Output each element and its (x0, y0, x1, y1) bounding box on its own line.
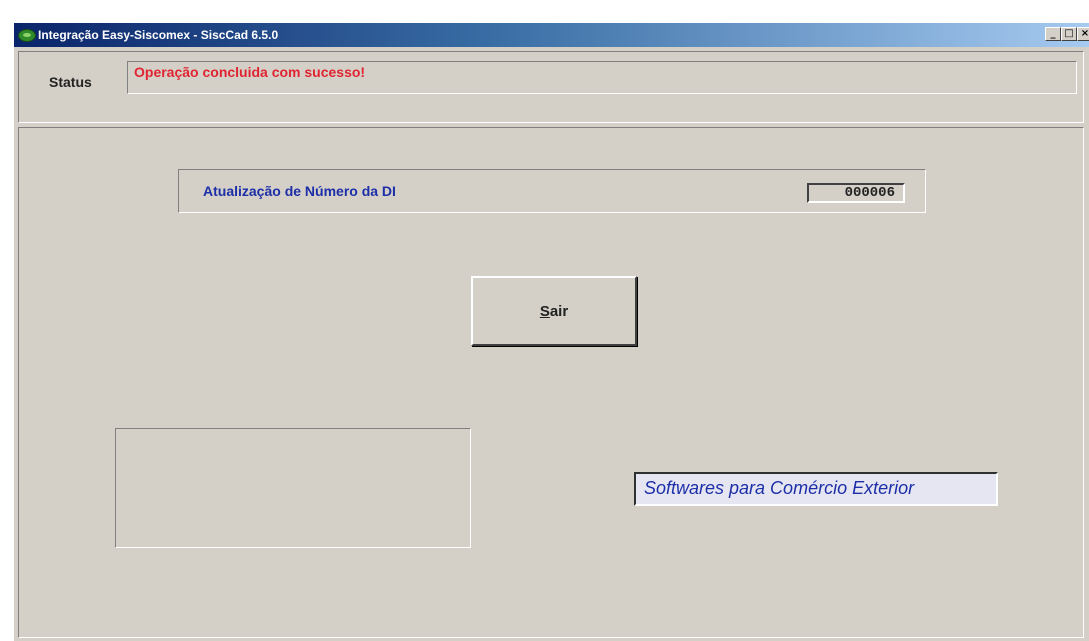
status-message: Operação concluida com sucesso! (134, 64, 366, 80)
di-number-field: 000006 (807, 183, 905, 203)
status-label: Status (49, 74, 92, 90)
window-title: Integração Easy-Siscomex - SiscCad 6.5.0 (38, 28, 279, 42)
logo-frame (115, 428, 471, 548)
main-panel: Atualização de Número da DI 000006 Sair … (18, 127, 1084, 638)
exit-button[interactable]: Sair (471, 276, 637, 346)
minimize-icon[interactable]: _ (1045, 27, 1061, 41)
app-icon[interactable] (18, 29, 36, 42)
exit-button-accel: S (539, 302, 550, 320)
di-update-group: Atualização de Número da DI 000006 (178, 169, 926, 213)
slogan-box: Softwares para Comércio Exterior (634, 472, 998, 506)
title-bar[interactable]: Integração Easy-Siscomex - SiscCad 6.5.0… (14, 23, 1089, 47)
maximize-icon[interactable]: □ (1061, 27, 1077, 41)
status-field: Operação concluida com sucesso! (127, 61, 1077, 94)
main-window: Integração Easy-Siscomex - SiscCad 6.5.0… (13, 22, 1089, 641)
status-panel: Status Operação concluida com sucesso! (18, 51, 1084, 123)
close-icon[interactable]: × (1077, 27, 1089, 41)
exit-button-label: air (549, 302, 569, 320)
slogan-text: Softwares para Comércio Exterior (644, 478, 915, 498)
di-update-label: Atualização de Número da DI (203, 183, 396, 199)
